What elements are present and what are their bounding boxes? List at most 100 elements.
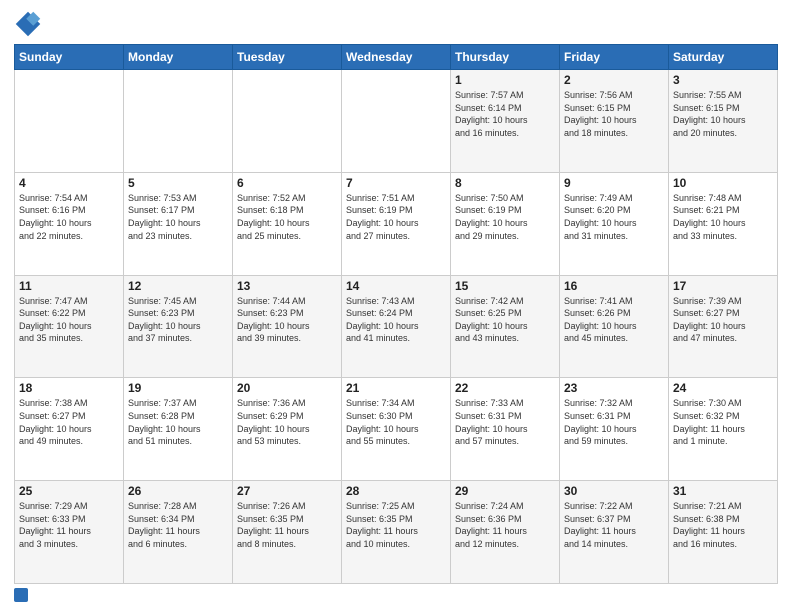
calendar-cell [124,70,233,173]
day-number: 12 [128,279,228,293]
calendar-cell: 18Sunrise: 7:38 AM Sunset: 6:27 PM Dayli… [15,378,124,481]
calendar-cell: 15 Sunrise: 7:42 AM Sunset: 6:25 PM Dayli… [451,275,560,378]
day-number: 26 [128,484,228,498]
calendar-cell: 8 Sunrise: 7:50 AM Sunset: 6:19 PM Daylig… [451,172,560,275]
calendar-cell [15,70,124,173]
calendar-cell: 31 Sunrise: 7:21 AM Sunset: 6:38 PM Dayli… [669,481,778,584]
page: SundayMondayTuesdayWednesdayThursdayFrid… [0,0,792,612]
calendar-cell: 2 Sunrise: 7:56 AM Sunset: 6:15 PM Daylig… [560,70,669,173]
calendar-cell: 11Sunrise: 7:47 AM Sunset: 6:22 PM Dayli… [15,275,124,378]
legend-color-box [14,588,28,602]
calendar-week-row: 11Sunrise: 7:47 AM Sunset: 6:22 PM Dayli… [15,275,778,378]
calendar-week-row: 4 Sunrise: 7:54 AM Sunset: 6:16 PM Daylig… [15,172,778,275]
day-number: 1 [455,73,555,87]
day-number: 16 [564,279,664,293]
day-info: Sunrise: 7:49 AM Sunset: 6:20 PM Dayligh… [564,192,664,242]
calendar-cell: 1 Sunrise: 7:57 AM Sunset: 6:14 PM Daylig… [451,70,560,173]
calendar-cell: 5 Sunrise: 7:53 AM Sunset: 6:17 PM Daylig… [124,172,233,275]
day-info: Sunrise: 7:45 AM Sunset: 6:23 PM Dayligh… [128,295,228,345]
calendar-cell: 17Sunrise: 7:39 AM Sunset: 6:27 PM Dayli… [669,275,778,378]
calendar-cell: 23 Sunrise: 7:32 AM Sunset: 6:31 PM Dayli… [560,378,669,481]
calendar-cell: 27 Sunrise: 7:26 AM Sunset: 6:35 PM Dayli… [233,481,342,584]
calendar-cell: 30 Sunrise: 7:22 AM Sunset: 6:37 PM Dayli… [560,481,669,584]
calendar-cell: 29 Sunrise: 7:24 AM Sunset: 6:36 PM Dayli… [451,481,560,584]
day-info: Sunrise: 7:24 AM Sunset: 6:36 PM Dayligh… [455,500,555,550]
day-info: Sunrise: 7:44 AM Sunset: 6:23 PM Dayligh… [237,295,337,345]
calendar-cell: 10Sunrise: 7:48 AM Sunset: 6:21 PM Dayli… [669,172,778,275]
calendar-cell: 6 Sunrise: 7:52 AM Sunset: 6:18 PM Daylig… [233,172,342,275]
calendar-cell: 14 Sunrise: 7:43 AM Sunset: 6:24 PM Dayli… [342,275,451,378]
day-info: Sunrise: 7:56 AM Sunset: 6:15 PM Dayligh… [564,89,664,139]
day-number: 8 [455,176,555,190]
logo [14,10,46,38]
day-info: Sunrise: 7:42 AM Sunset: 6:25 PM Dayligh… [455,295,555,345]
day-info: Sunrise: 7:43 AM Sunset: 6:24 PM Dayligh… [346,295,446,345]
calendar-cell: 7Sunrise: 7:51 AM Sunset: 6:19 PM Daylig… [342,172,451,275]
day-info: Sunrise: 7:41 AM Sunset: 6:26 PM Dayligh… [564,295,664,345]
day-number: 14 [346,279,446,293]
day-number: 27 [237,484,337,498]
calendar-cell: 4 Sunrise: 7:54 AM Sunset: 6:16 PM Daylig… [15,172,124,275]
day-info: Sunrise: 7:36 AM Sunset: 6:29 PM Dayligh… [237,397,337,447]
day-number: 11 [19,279,119,293]
day-number: 31 [673,484,773,498]
day-number: 21 [346,381,446,395]
calendar-cell: 13 Sunrise: 7:44 AM Sunset: 6:23 PM Dayli… [233,275,342,378]
day-number: 19 [128,381,228,395]
day-number: 23 [564,381,664,395]
day-info: Sunrise: 7:50 AM Sunset: 6:19 PM Dayligh… [455,192,555,242]
day-number: 20 [237,381,337,395]
day-info: Sunrise: 7:29 AM Sunset: 6:33 PM Dayligh… [19,500,119,550]
day-info: Sunrise: 7:52 AM Sunset: 6:18 PM Dayligh… [237,192,337,242]
day-info: Sunrise: 7:33 AM Sunset: 6:31 PM Dayligh… [455,397,555,447]
day-number: 25 [19,484,119,498]
calendar-cell: 16 Sunrise: 7:41 AM Sunset: 6:26 PM Dayli… [560,275,669,378]
calendar-header-saturday: Saturday [669,45,778,70]
day-info: Sunrise: 7:26 AM Sunset: 6:35 PM Dayligh… [237,500,337,550]
day-number: 15 [455,279,555,293]
calendar-header-wednesday: Wednesday [342,45,451,70]
day-number: 22 [455,381,555,395]
calendar-cell: 12 Sunrise: 7:45 AM Sunset: 6:23 PM Dayli… [124,275,233,378]
calendar-header-thursday: Thursday [451,45,560,70]
calendar-header-row: SundayMondayTuesdayWednesdayThursdayFrid… [15,45,778,70]
day-number: 29 [455,484,555,498]
day-info: Sunrise: 7:25 AM Sunset: 6:35 PM Dayligh… [346,500,446,550]
day-number: 28 [346,484,446,498]
day-info: Sunrise: 7:34 AM Sunset: 6:30 PM Dayligh… [346,397,446,447]
calendar-header-sunday: Sunday [15,45,124,70]
day-info: Sunrise: 7:32 AM Sunset: 6:31 PM Dayligh… [564,397,664,447]
calendar-cell: 28 Sunrise: 7:25 AM Sunset: 6:35 PM Dayli… [342,481,451,584]
day-info: Sunrise: 7:30 AM Sunset: 6:32 PM Dayligh… [673,397,773,447]
legend [14,588,778,602]
day-info: Sunrise: 7:53 AM Sunset: 6:17 PM Dayligh… [128,192,228,242]
calendar-cell: 26Sunrise: 7:28 AM Sunset: 6:34 PM Dayli… [124,481,233,584]
day-info: Sunrise: 7:37 AM Sunset: 6:28 PM Dayligh… [128,397,228,447]
day-info: Sunrise: 7:54 AM Sunset: 6:16 PM Dayligh… [19,192,119,242]
day-number: 2 [564,73,664,87]
day-number: 4 [19,176,119,190]
day-number: 13 [237,279,337,293]
calendar-cell: 25 Sunrise: 7:29 AM Sunset: 6:33 PM Dayli… [15,481,124,584]
calendar-cell: 24 Sunrise: 7:30 AM Sunset: 6:32 PM Dayli… [669,378,778,481]
day-info: Sunrise: 7:39 AM Sunset: 6:27 PM Dayligh… [673,295,773,345]
calendar-week-row: 18Sunrise: 7:38 AM Sunset: 6:27 PM Dayli… [15,378,778,481]
day-number: 3 [673,73,773,87]
calendar-week-row: 1 Sunrise: 7:57 AM Sunset: 6:14 PM Daylig… [15,70,778,173]
calendar-cell [342,70,451,173]
logo-icon [14,10,42,38]
header [14,10,778,38]
calendar-cell: 19 Sunrise: 7:37 AM Sunset: 6:28 PM Dayli… [124,378,233,481]
day-info: Sunrise: 7:57 AM Sunset: 6:14 PM Dayligh… [455,89,555,139]
day-number: 24 [673,381,773,395]
day-info: Sunrise: 7:22 AM Sunset: 6:37 PM Dayligh… [564,500,664,550]
calendar-table: SundayMondayTuesdayWednesdayThursdayFrid… [14,44,778,584]
calendar-week-row: 25 Sunrise: 7:29 AM Sunset: 6:33 PM Dayli… [15,481,778,584]
day-number: 6 [237,176,337,190]
day-number: 5 [128,176,228,190]
day-number: 9 [564,176,664,190]
day-number: 10 [673,176,773,190]
day-number: 30 [564,484,664,498]
calendar-cell: 20 Sunrise: 7:36 AM Sunset: 6:29 PM Dayli… [233,378,342,481]
day-info: Sunrise: 7:21 AM Sunset: 6:38 PM Dayligh… [673,500,773,550]
